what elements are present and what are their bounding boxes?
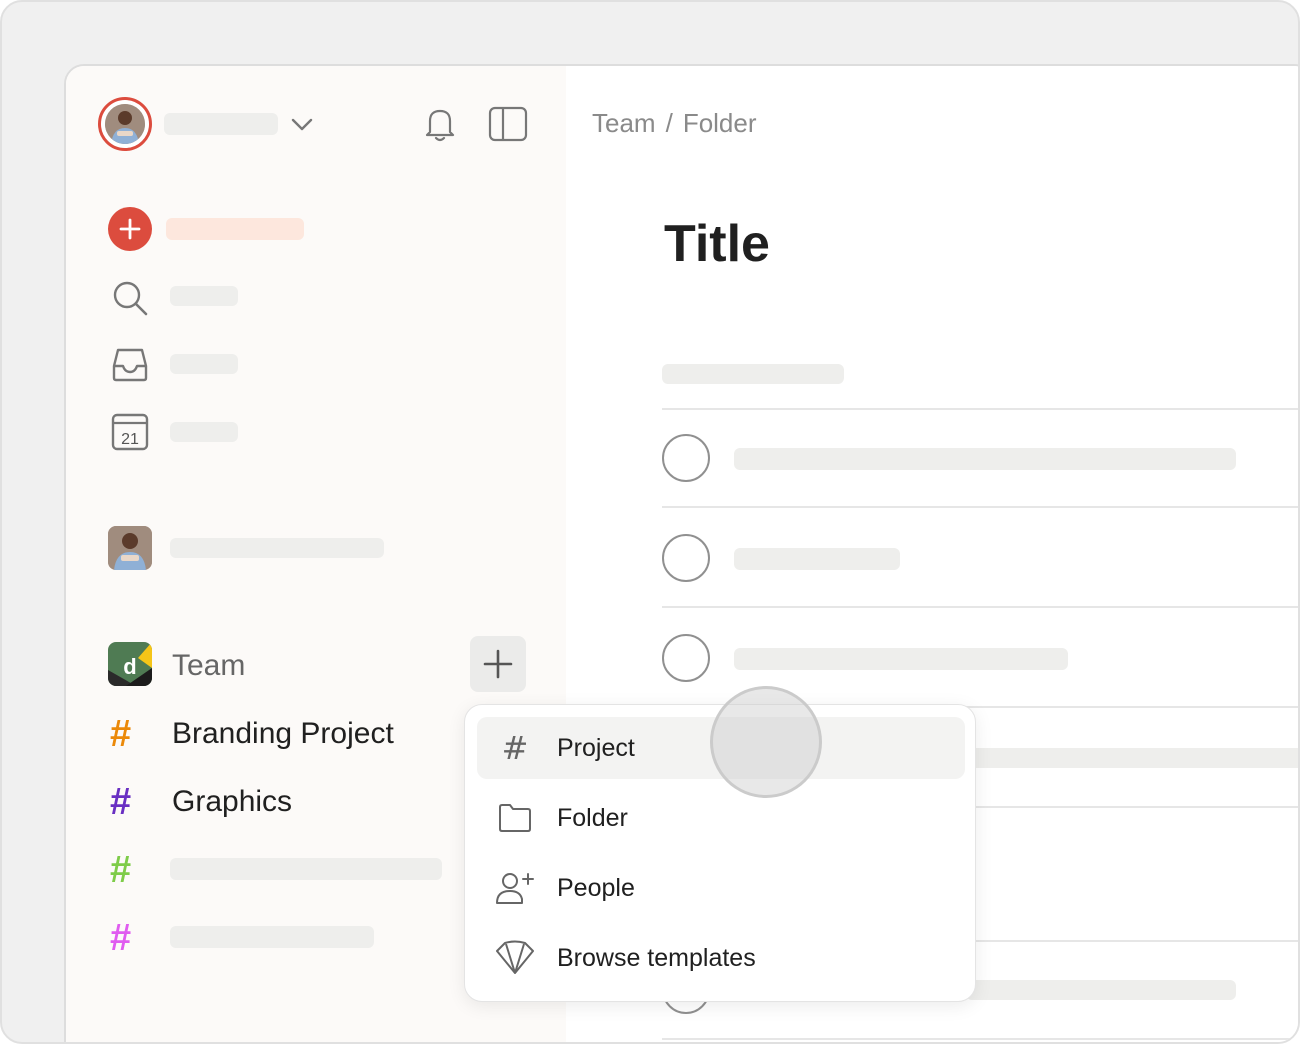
project-hash-icon: # <box>110 713 132 755</box>
project-hash-icon: # <box>110 781 132 823</box>
divider <box>662 506 1298 508</box>
today-label-placeholder <box>170 422 238 442</box>
avatar-photo <box>105 104 145 144</box>
menu-item-label: People <box>557 873 635 902</box>
search-label-placeholder <box>170 286 238 306</box>
menu-item-label: Folder <box>557 803 628 832</box>
task-checkbox[interactable] <box>662 634 710 682</box>
breadcrumb: Team / Folder <box>592 106 757 140</box>
task-title-placeholder[interactable] <box>966 980 1236 1000</box>
svg-text:21: 21 <box>121 431 139 448</box>
menu-item-label: Project <box>557 733 635 762</box>
task-title-placeholder[interactable] <box>734 448 1236 470</box>
add-task-label-placeholder <box>166 218 304 240</box>
templates-icon <box>493 936 537 980</box>
menu-item-browse-templates[interactable]: Browse templates <box>477 927 965 989</box>
team-label[interactable]: Team <box>172 646 245 686</box>
divider <box>662 606 1298 608</box>
svg-text:d: d <box>123 654 136 679</box>
inbox-icon[interactable] <box>108 342 152 386</box>
touch-cursor-indicator <box>710 686 822 798</box>
hash-icon: # <box>493 726 537 770</box>
chevron-down-icon[interactable] <box>288 110 316 138</box>
project-graphics[interactable]: Graphics <box>172 782 292 822</box>
user-avatar[interactable] <box>98 97 152 151</box>
breadcrumb-folder[interactable]: Folder <box>683 108 757 138</box>
search-icon[interactable] <box>108 276 152 320</box>
project-label-placeholder[interactable] <box>170 858 442 880</box>
task-title-placeholder[interactable] <box>966 748 1298 768</box>
project-hash-icon: # <box>110 917 132 959</box>
task-checkbox[interactable] <box>662 534 710 582</box>
inbox-label-placeholder <box>170 354 238 374</box>
task-title-placeholder[interactable] <box>734 548 900 570</box>
bell-icon[interactable] <box>420 104 460 144</box>
calendar-today-icon[interactable]: 21 <box>108 410 152 454</box>
add-task-button[interactable] <box>108 207 152 251</box>
folder-icon <box>493 796 537 840</box>
menu-item-folder[interactable]: Folder <box>477 787 965 849</box>
project-branding[interactable]: Branding Project <box>172 714 394 754</box>
breadcrumb-team[interactable]: Team <box>592 108 656 138</box>
project-label-placeholder[interactable] <box>170 926 374 948</box>
workspace-name-placeholder <box>164 113 278 135</box>
sidebar-toggle-icon[interactable] <box>486 104 530 144</box>
menu-item-label: Browse templates <box>557 943 756 972</box>
project-hash-icon: # <box>110 849 132 891</box>
task-checkbox[interactable] <box>662 434 710 482</box>
task-title-placeholder[interactable] <box>734 648 1068 670</box>
hash-glyph: # <box>501 729 529 767</box>
breadcrumb-separator: / <box>665 108 673 138</box>
personal-projects-label-placeholder <box>170 538 384 558</box>
page-title: Title <box>664 215 770 273</box>
menu-item-people[interactable]: People <box>477 857 965 919</box>
add-person-icon <box>493 866 537 910</box>
team-add-button[interactable] <box>470 636 526 692</box>
personal-projects-avatar[interactable] <box>108 526 152 570</box>
divider <box>662 408 1298 410</box>
divider <box>662 1038 1298 1040</box>
section-header-placeholder <box>662 364 844 384</box>
team-logo: d <box>108 642 152 686</box>
